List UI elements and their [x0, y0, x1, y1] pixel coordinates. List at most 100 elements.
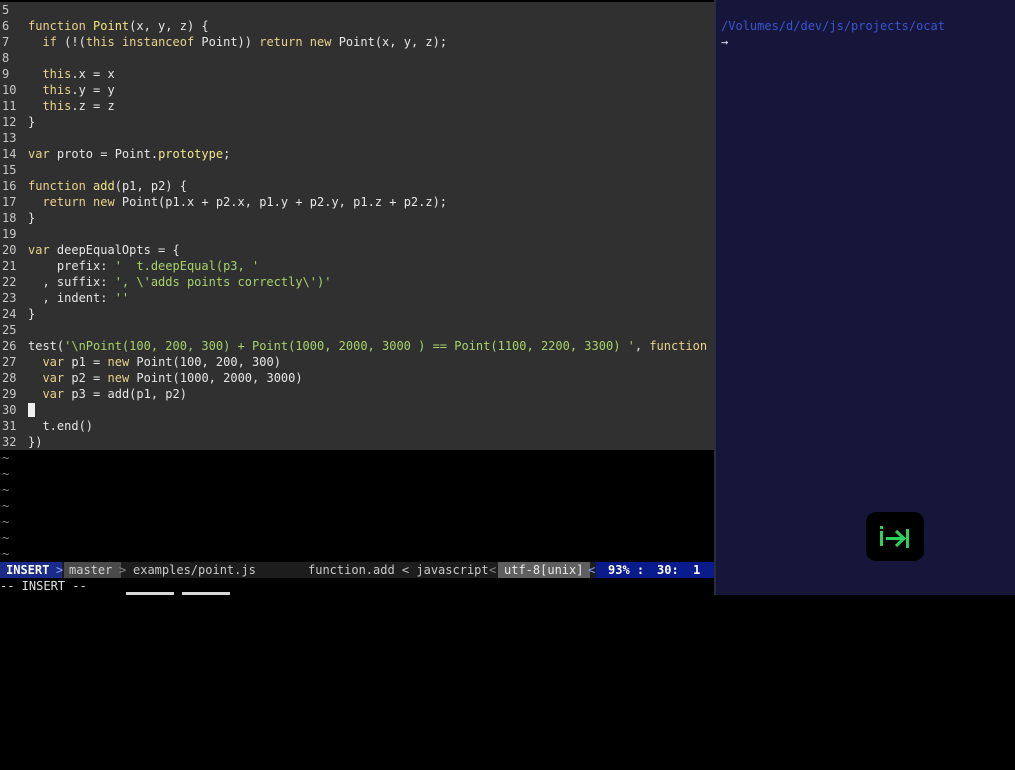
code-text[interactable]: this.z = z — [28, 98, 114, 114]
line-number: 11 — [2, 99, 17, 113]
line-number: 12 — [2, 115, 17, 129]
line-number: 30 — [2, 403, 17, 417]
code-line[interactable]: 5 — [0, 2, 714, 18]
line-number: 13 — [2, 131, 17, 145]
line-number: 28 — [2, 371, 17, 385]
line-number: 29 — [2, 387, 17, 401]
code-text[interactable]: t.end() — [28, 418, 93, 434]
line-number: 5 — [2, 3, 10, 17]
code-line[interactable]: 26 test('\nPoint(100, 200, 300) + Point(1… — [0, 338, 736, 354]
code-text[interactable]: this.y = y — [28, 82, 114, 98]
code-line[interactable]: 7 if (!(this instanceof Point)) return n… — [0, 34, 714, 50]
line-number: 22 — [2, 275, 17, 289]
code-text[interactable]: , indent: '' — [28, 290, 129, 306]
cursor-position: 30: 1 — [648, 562, 717, 578]
code-line[interactable]: 10 this.y = y — [0, 82, 714, 98]
terminal-cwd: /Volumes/d/dev/js/projects/ocat — [721, 19, 945, 33]
line-number: 8 — [2, 51, 10, 65]
code-text[interactable]: var p2 = new Point(1000, 2000, 3000) — [28, 370, 302, 386]
empty-line-tilde: ~ — [2, 483, 10, 497]
code-line[interactable]: 32}) — [0, 434, 714, 450]
code-line[interactable]: 23 , indent: '' — [0, 290, 714, 306]
scroll-percent: 93% : — [596, 562, 656, 578]
code-text[interactable]: test('\nPoint(100, 200, 300) + Point(100… — [28, 338, 736, 354]
empty-line-tilde: ~ — [2, 499, 10, 513]
line-number: 27 — [2, 355, 17, 369]
code-text[interactable]: } — [28, 210, 35, 226]
code-line[interactable]: 12} — [0, 114, 714, 130]
code-line[interactable]: 17 return new Point(p1.x + p2.x, p1.y + … — [0, 194, 714, 210]
code-text[interactable]: prefix: ' t.deepEqual(p3, ' — [28, 258, 259, 274]
status-separator: < — [588, 563, 596, 577]
line-number: 16 — [2, 179, 17, 193]
line-number: 6 — [2, 19, 10, 33]
code-line[interactable]: 19 — [0, 226, 714, 242]
line-number: 23 — [2, 291, 17, 305]
code-line[interactable]: 11 this.z = z — [0, 98, 714, 114]
git-branch: master — [64, 562, 121, 578]
code-line[interactable]: 22 , suffix: ', \'adds points correctly\… — [0, 274, 714, 290]
line-number: 9 — [2, 67, 10, 81]
code-line[interactable]: 16 function add(p1, p2) { — [0, 178, 714, 194]
tab-jump-glyph — [880, 526, 909, 548]
status-separator: > — [56, 563, 64, 577]
code-line[interactable]: 27 var p1 = new Point(100, 200, 300) — [0, 354, 714, 370]
code-text[interactable]: function add(p1, p2) { — [28, 178, 187, 194]
line-number: 32 — [2, 435, 17, 449]
code-text[interactable]: } — [28, 114, 35, 130]
line-number: 21 — [2, 259, 17, 273]
tab-jump-icon — [866, 512, 924, 561]
line-number: 24 — [2, 307, 17, 321]
line-number: 26 — [2, 339, 17, 353]
code-line[interactable]: 15 — [0, 162, 714, 178]
code-line[interactable]: 9 this.x = x — [0, 66, 714, 82]
empty-line-tilde: ~ — [2, 547, 10, 561]
code-text[interactable]: , suffix: ', \'adds points correctly\')' — [28, 274, 331, 290]
code-line[interactable]: 18} — [0, 210, 714, 226]
terminal-prompt[interactable]: → — [721, 35, 728, 49]
text-cursor — [28, 403, 35, 417]
line-number: 31 — [2, 419, 17, 433]
code-line[interactable]: 31 t.end() — [0, 418, 714, 434]
code-text[interactable]: var p3 = add(p1, p2) — [28, 386, 187, 402]
empty-line-tilde: ~ — [2, 515, 10, 529]
code-line[interactable]: 8 — [0, 50, 714, 66]
code-buffer[interactable]: 5 6 function Point(x, y, z) {7 if (!(this … — [0, 2, 736, 450]
terminal-pane[interactable]: /Volumes/d/dev/js/projects/ocat → — [716, 0, 1015, 595]
status-separator: < — [489, 563, 497, 577]
line-number: 7 — [2, 35, 10, 49]
line-number: 15 — [2, 163, 17, 177]
code-line[interactable]: 13 — [0, 130, 714, 146]
code-text[interactable]: var deepEqualOpts = { — [28, 242, 180, 258]
command-line[interactable]: -- INSERT -- — [0, 578, 714, 595]
code-line[interactable]: 21 prefix: ' t.deepEqual(p3, ' — [0, 258, 714, 274]
code-text[interactable]: function Point(x, y, z) { — [28, 18, 209, 34]
empty-line-tilde: ~ — [2, 451, 10, 465]
code-line[interactable]: 20 var deepEqualOpts = { — [0, 242, 714, 258]
code-text[interactable]: return new Point(p1.x + p2.x, p1.y + p2.… — [28, 194, 447, 210]
code-line[interactable]: 6 function Point(x, y, z) { — [0, 18, 714, 34]
mode-indicator: INSERT — [0, 562, 62, 578]
line-number: 14 — [2, 147, 17, 161]
code-line[interactable]: 25 — [0, 322, 714, 338]
code-text[interactable]: var p1 = new Point(100, 200, 300) — [28, 354, 281, 370]
file-encoding: utf-8[unix] — [498, 562, 590, 578]
status-separator: > — [119, 563, 127, 577]
code-text[interactable]: this.x = x — [28, 66, 114, 82]
code-text[interactable]: if (!(this instanceof Point)) return new… — [28, 34, 447, 50]
line-number: 18 — [2, 211, 17, 225]
code-line[interactable]: 29 var p3 = add(p1, p2) — [0, 386, 714, 402]
code-line[interactable]: 24} — [0, 306, 714, 322]
editor-pane[interactable]: 5 6 function Point(x, y, z) {7 if (!(this … — [0, 0, 736, 595]
line-number: 17 — [2, 195, 17, 209]
code-line[interactable]: 28 var p2 = new Point(1000, 2000, 3000) — [0, 370, 714, 386]
empty-line-tilde: ~ — [2, 531, 10, 545]
code-text[interactable]: }) — [28, 434, 42, 450]
empty-line-tilde: ~ — [2, 467, 10, 481]
code-text[interactable]: var proto = Point.prototype; — [28, 146, 230, 162]
code-line[interactable]: 30 — [0, 402, 714, 418]
code-line[interactable]: 14 var proto = Point.prototype; — [0, 146, 714, 162]
line-number: 19 — [2, 227, 17, 241]
code-text[interactable]: } — [28, 306, 35, 322]
line-number: 25 — [2, 323, 17, 337]
